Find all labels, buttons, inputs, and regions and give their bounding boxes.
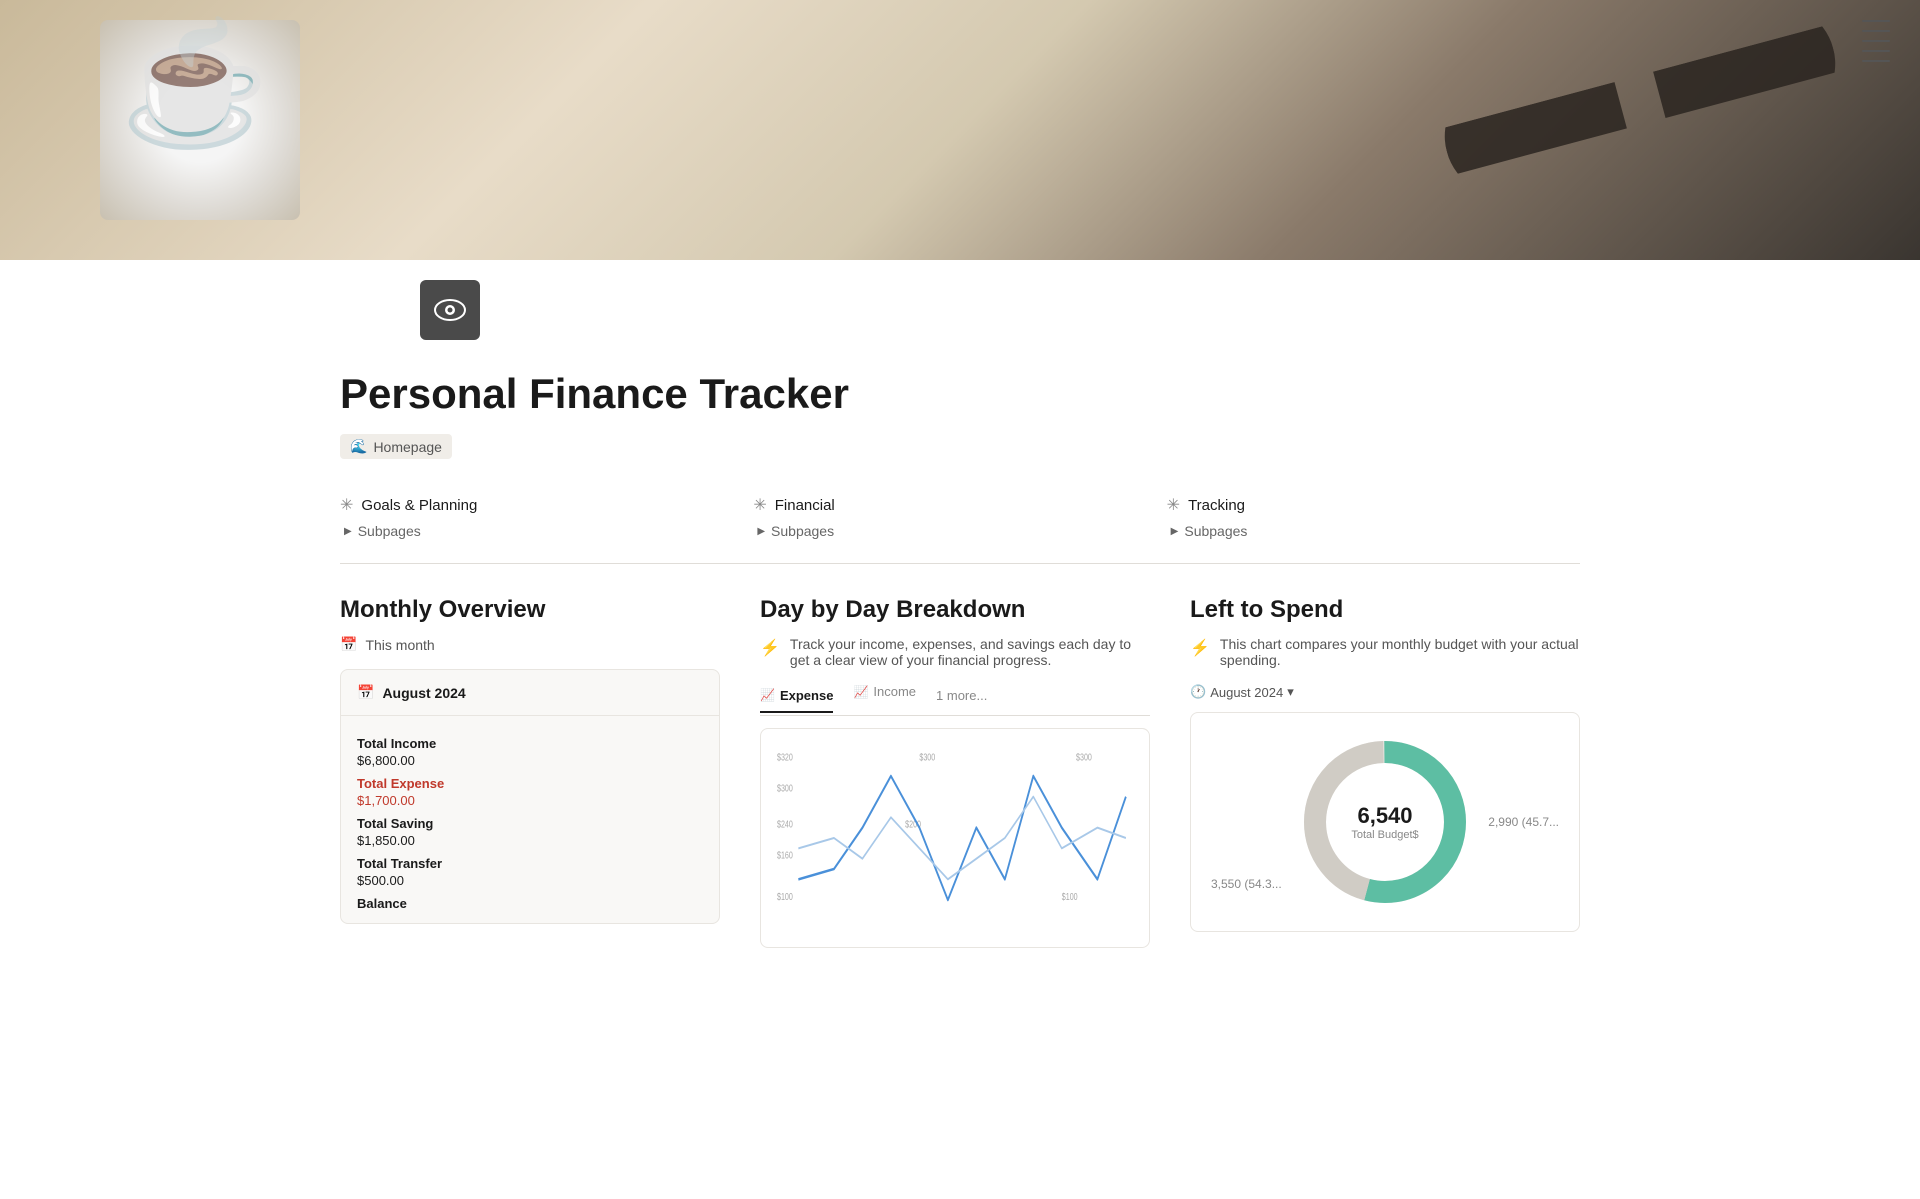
tracking-link[interactable]: ✳ Tracking (1167, 495, 1580, 515)
left-to-spend-panel: Left to Spend ⚡ This chart compares your… (1190, 596, 1580, 932)
expense-tab-label: Expense (780, 688, 833, 703)
day-breakdown-description: ⚡ Track your income, expenses, and savin… (760, 636, 1150, 668)
total-expense-label: Total Expense (357, 776, 703, 791)
donut-legend-right: 2,990 (45.7... (1488, 815, 1559, 829)
august-period-selector[interactable]: 🕐 August 2024 ▾ (1190, 684, 1580, 700)
nav-section-tracking: ✳ Tracking ▶ Subpages (1167, 487, 1580, 547)
expense-tab-icon: 📈 (760, 688, 775, 702)
monthly-overview-title: Monthly Overview (340, 596, 720, 624)
day-breakdown-panel: Day by Day Breakdown ⚡ Track your income… (760, 596, 1150, 948)
day-breakdown-title: Day by Day Breakdown (760, 596, 1150, 624)
svg-text:$100: $100 (777, 891, 793, 903)
menu-line-3 (1862, 40, 1890, 42)
nav-section-financial: ✳ Financial ▶ Subpages (753, 487, 1166, 547)
menu-line-1 (1862, 20, 1890, 22)
donut-legend-right-value: 2,990 (45.7... (1488, 815, 1559, 829)
expense-chart: $320 $300 $300 $300 $240 $200 $160 $100 … (760, 728, 1150, 948)
goals-asterisk-icon: ✳ (340, 495, 353, 515)
donut-center: 6,540 Total Budget$ (1351, 803, 1418, 841)
monthly-card: 📅 August 2024 Total Income $6,800.00 Tot… (340, 669, 720, 924)
financial-asterisk-icon: ✳ (753, 495, 766, 515)
expense-line-chart: $320 $300 $300 $300 $240 $200 $160 $100 … (777, 745, 1133, 931)
total-saving-label: Total Saving (357, 816, 703, 831)
donut-center-label: Total Budget$ (1351, 829, 1418, 841)
main-content: Monthly Overview 📅 This month 📅 August 2… (340, 596, 1580, 948)
tracking-arrow-icon: ▶ (1171, 526, 1179, 537)
this-month-badge[interactable]: 📅 This month (340, 636, 720, 653)
page-icon (420, 280, 480, 340)
donut-chart-container: 6,540 Total Budget$ 3,550 (54.3... 2,990… (1190, 712, 1580, 932)
wave-icon: 🌊 (350, 438, 367, 455)
menu-line-2 (1862, 30, 1890, 32)
svg-text:$300: $300 (919, 751, 935, 763)
monthly-overview-panel: Monthly Overview 📅 This month 📅 August 2… (340, 596, 720, 924)
financial-arrow-icon: ▶ (757, 526, 765, 537)
lightning-icon: ⚡ (760, 638, 780, 658)
svg-text:$300: $300 (1076, 751, 1092, 763)
menu-line-5 (1862, 60, 1890, 62)
expense-tab[interactable]: 📈 Expense (760, 688, 833, 713)
goals-planning-link[interactable]: ✳ Goals & Planning (340, 495, 753, 515)
goals-subpages-label: Subpages (358, 523, 421, 539)
decorative-glasses (1431, 0, 1848, 210)
total-transfer-value: $500.00 (357, 873, 703, 888)
calendar-icon: 📅 (340, 636, 357, 653)
left-to-spend-description: ⚡ This chart compares your monthly budge… (1190, 636, 1580, 668)
clock-icon: 🕐 (1190, 684, 1206, 700)
svg-text:$320: $320 (777, 751, 793, 763)
day-breakdown-desc-text: Track your income, expenses, and savings… (790, 636, 1150, 668)
nav-section-goals: ✳ Goals & Planning ▶ Subpages (340, 487, 753, 547)
income-tab-icon: 📈 (853, 685, 868, 699)
chart-tabs: 📈 Expense 📈 Income 1 more... (760, 684, 1150, 716)
nav-sections: ✳ Goals & Planning ▶ Subpages ✳ Financia… (340, 487, 1580, 547)
calendar-icon-2: 📅 (357, 684, 374, 701)
section-divider (340, 563, 1580, 564)
financial-subpages-label: Subpages (771, 523, 834, 539)
monthly-card-body: Total Income $6,800.00 Total Expense $1,… (341, 716, 719, 923)
chevron-down-icon: ▾ (1287, 684, 1294, 700)
page-title: Personal Finance Tracker (340, 370, 1580, 418)
more-tabs-link[interactable]: 1 more... (936, 688, 987, 703)
this-month-label: This month (365, 637, 434, 653)
hero-banner (0, 0, 1920, 260)
svg-text:$160: $160 (777, 849, 793, 861)
homepage-badge[interactable]: 🌊 Homepage (340, 434, 452, 459)
homepage-label: Homepage (373, 439, 442, 455)
svg-text:$240: $240 (777, 818, 793, 830)
income-tab-label: Income (873, 684, 916, 699)
total-transfer-label: Total Transfer (357, 856, 703, 871)
monthly-card-header-label: August 2024 (382, 685, 465, 701)
goals-arrow-icon: ▶ (344, 526, 352, 537)
donut-center-value: 6,540 (1351, 803, 1418, 829)
donut-legend-left: 3,550 (54.3... (1211, 877, 1282, 891)
tracking-label: Tracking (1188, 497, 1245, 514)
total-saving-value: $1,850.00 (357, 833, 703, 848)
goals-label: Goals & Planning (361, 497, 477, 514)
left-to-spend-desc-text: This chart compares your monthly budget … (1220, 636, 1580, 668)
left-to-spend-title: Left to Spend (1190, 596, 1580, 624)
financial-label: Financial (775, 497, 835, 514)
balance-label: Balance (357, 896, 703, 911)
tracking-asterisk-icon: ✳ (1167, 495, 1180, 515)
income-tab[interactable]: 📈 Income (853, 684, 916, 707)
total-expense-value: $1,700.00 (357, 793, 703, 808)
financial-link[interactable]: ✳ Financial (753, 495, 1166, 515)
lightning-icon-2: ⚡ (1190, 638, 1210, 658)
total-income-value: $6,800.00 (357, 753, 703, 768)
august-period-label: August 2024 (1210, 685, 1283, 700)
goals-subpages-toggle[interactable]: ▶ Subpages (340, 523, 753, 539)
svg-text:$100: $100 (1062, 891, 1078, 903)
donut-legend-left-value: 3,550 (54.3... (1211, 877, 1282, 891)
svg-text:$300: $300 (777, 782, 793, 794)
menu-line-4 (1862, 50, 1890, 52)
menu-button[interactable] (1862, 20, 1890, 62)
total-income-label: Total Income (357, 736, 703, 751)
tracking-subpages-toggle[interactable]: ▶ Subpages (1167, 523, 1580, 539)
tracking-subpages-label: Subpages (1184, 523, 1247, 539)
financial-subpages-toggle[interactable]: ▶ Subpages (753, 523, 1166, 539)
monthly-card-header: 📅 August 2024 (341, 670, 719, 716)
